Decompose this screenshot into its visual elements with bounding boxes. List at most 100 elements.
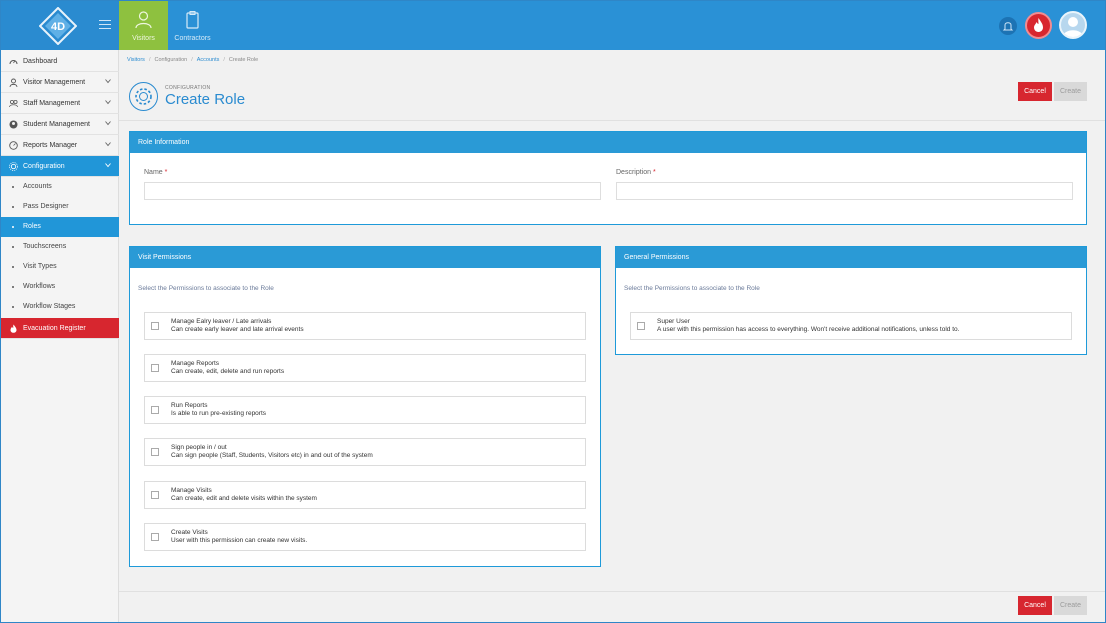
hamburger-menu-icon[interactable]	[99, 20, 111, 30]
permission-title: Super User	[657, 318, 690, 325]
panel-title: General Permissions	[624, 254, 689, 261]
name-label-text: Name	[144, 169, 163, 176]
breadcrumb-link-accounts[interactable]: Accounts	[197, 57, 220, 63]
description-input[interactable]	[616, 182, 1073, 200]
sidebar-item-label: Visitor Management	[23, 79, 86, 86]
create-button[interactable]: Create	[1054, 82, 1087, 101]
app-frame: 4D Visitors Contractors Dashboard Visito…	[0, 0, 1106, 623]
bullet-icon	[12, 286, 14, 288]
permission-row-manage-reports[interactable]: Manage Reports Can create, edit, delete …	[144, 354, 586, 382]
permission-title: Manage Reports	[171, 360, 220, 367]
svg-text:4D: 4D	[51, 21, 65, 33]
chevron-down-icon	[105, 121, 111, 126]
bullet-icon	[12, 306, 14, 308]
permission-row-create-visits[interactable]: Create Visits User with this permission …	[144, 523, 586, 551]
sidebar-subitem-touchscreens[interactable]: Touchscreens	[1, 237, 119, 257]
breadcrumb-link-visitors[interactable]: Visitors	[127, 57, 145, 63]
general-permissions-panel: General Permissions Select the Permissio…	[615, 246, 1087, 355]
page-header-icon	[129, 82, 158, 111]
sidebar-subitem-accounts[interactable]: Accounts	[1, 177, 119, 197]
permission-title: Manage Ealry leaver / Late arrivals	[171, 318, 272, 325]
panel-header: General Permissions	[616, 247, 1086, 268]
page-title: Create Role	[165, 91, 246, 108]
panel-header: Visit Permissions	[130, 247, 600, 268]
name-input[interactable]	[144, 182, 601, 200]
permission-row-manage-early-late[interactable]: Manage Ealry leaver / Late arrivals Can …	[144, 312, 586, 340]
cancel-button[interactable]: Cancel	[1018, 82, 1052, 101]
breadcrumb: Visitors / Configuration / Accounts / Create R…	[127, 57, 259, 63]
required-mark: *	[652, 169, 656, 176]
permission-checkbox[interactable]	[637, 322, 645, 330]
sidebar-subitem-workflow-stages[interactable]: Workflow Stages	[1, 297, 119, 317]
sidebar-subitem-label: Roles	[23, 223, 41, 230]
permission-checkbox[interactable]	[151, 406, 159, 414]
tab-label: Contractors	[174, 35, 211, 42]
dashboard-icon	[9, 60, 18, 65]
4d-logo-icon[interactable]: 4D	[39, 7, 77, 45]
permission-title: Sign people in / out	[171, 444, 227, 451]
header-divider	[119, 120, 1105, 121]
sidebar-item-student-management[interactable]: Student Management	[1, 114, 119, 135]
permission-title: Create Visits	[171, 529, 208, 536]
sidebar-subitem-label: Accounts	[23, 183, 52, 190]
chevron-down-icon	[105, 142, 111, 147]
sidebar-subitem-pass-designer[interactable]: Pass Designer	[1, 197, 119, 217]
chevron-down-icon	[105, 100, 111, 105]
user-icon	[1063, 17, 1083, 37]
breadcrumb-item-configuration: Configuration	[154, 57, 188, 63]
sidebar-item-label: Staff Management	[23, 100, 81, 107]
sidebar-item-evacuation-register[interactable]: Evacuation Register	[1, 318, 119, 339]
permission-row-super-user[interactable]: Super User A user with this permission h…	[630, 312, 1072, 340]
footer-create-button[interactable]: Create	[1054, 596, 1087, 615]
permission-description: A user with this permission has access t…	[657, 326, 960, 333]
footer-cancel-button[interactable]: Cancel	[1018, 596, 1052, 615]
sidebar-item-dashboard[interactable]: Dashboard	[1, 51, 119, 72]
student-icon	[9, 120, 18, 129]
permission-row-run-reports[interactable]: Run Reports Is able to run pre-existing …	[144, 396, 586, 424]
permission-description: Can create early leaver and late arrival…	[171, 326, 304, 333]
permission-checkbox[interactable]	[151, 364, 159, 372]
permission-title: Manage Visits	[171, 487, 212, 494]
permission-row-manage-visits[interactable]: Manage Visits Can create, edit and delet…	[144, 481, 586, 509]
permission-description: User with this permission can create new…	[171, 537, 308, 544]
permission-checkbox[interactable]	[151, 533, 159, 541]
tab-visitors[interactable]: Visitors	[119, 1, 168, 50]
sidebar-item-label: Evacuation Register	[23, 325, 86, 332]
role-information-panel: Role Information Name * Description *	[129, 131, 1087, 225]
breadcrumb-item-current: Create Role	[228, 57, 259, 63]
user-avatar[interactable]	[1059, 11, 1087, 39]
sidebar-item-visitor-management[interactable]: Visitor Management	[1, 72, 119, 93]
footer-divider	[119, 591, 1105, 592]
tab-contractors[interactable]: Contractors	[168, 1, 217, 50]
sidebar-item-label: Student Management	[23, 121, 90, 128]
sidebar-item-staff-management[interactable]: Staff Management	[1, 93, 119, 114]
sidebar-item-configuration[interactable]: Configuration	[1, 156, 119, 177]
sidebar-subitem-label: Workflow Stages	[23, 303, 76, 310]
top-bar: 4D Visitors Contractors	[1, 1, 1105, 50]
sidebar-subitem-label: Touchscreens	[23, 243, 67, 250]
visit-permissions-panel: Visit Permissions Select the Permissions…	[129, 246, 601, 567]
sidebar-subitem-roles[interactable]: Roles	[1, 217, 119, 237]
chevron-down-icon	[105, 79, 111, 84]
permissions-hint: Select the Permissions to associate to t…	[138, 285, 274, 292]
fire-icon	[10, 324, 17, 333]
permission-checkbox[interactable]	[151, 448, 159, 456]
sidebar-subitem-label: Visit Types	[23, 263, 57, 270]
sidebar-item-reports-manager[interactable]: Reports Manager	[1, 135, 119, 156]
sidebar: Dashboard Visitor Management Staff Manag…	[1, 50, 119, 622]
person-icon	[9, 78, 18, 87]
description-label-text: Description	[616, 169, 652, 176]
permission-checkbox[interactable]	[151, 491, 159, 499]
reports-icon	[9, 141, 18, 150]
permission-description: Can sign people (Staff, Students, Visito…	[171, 452, 373, 459]
notification-bell-icon[interactable]	[999, 17, 1017, 35]
evacuation-fire-button[interactable]	[1025, 12, 1052, 39]
permission-row-sign-people[interactable]: Sign people in / out Can sign people (St…	[144, 438, 586, 466]
panel-header: Role Information	[130, 132, 1086, 153]
bullet-icon	[12, 206, 14, 208]
permission-checkbox[interactable]	[151, 322, 159, 330]
permission-description: Can create, edit, delete and run reports	[171, 368, 285, 375]
permission-description: Can create, edit and delete visits withi…	[171, 495, 317, 502]
sidebar-subitem-visit-types[interactable]: Visit Types	[1, 257, 119, 277]
sidebar-subitem-workflows[interactable]: Workflows	[1, 277, 119, 297]
